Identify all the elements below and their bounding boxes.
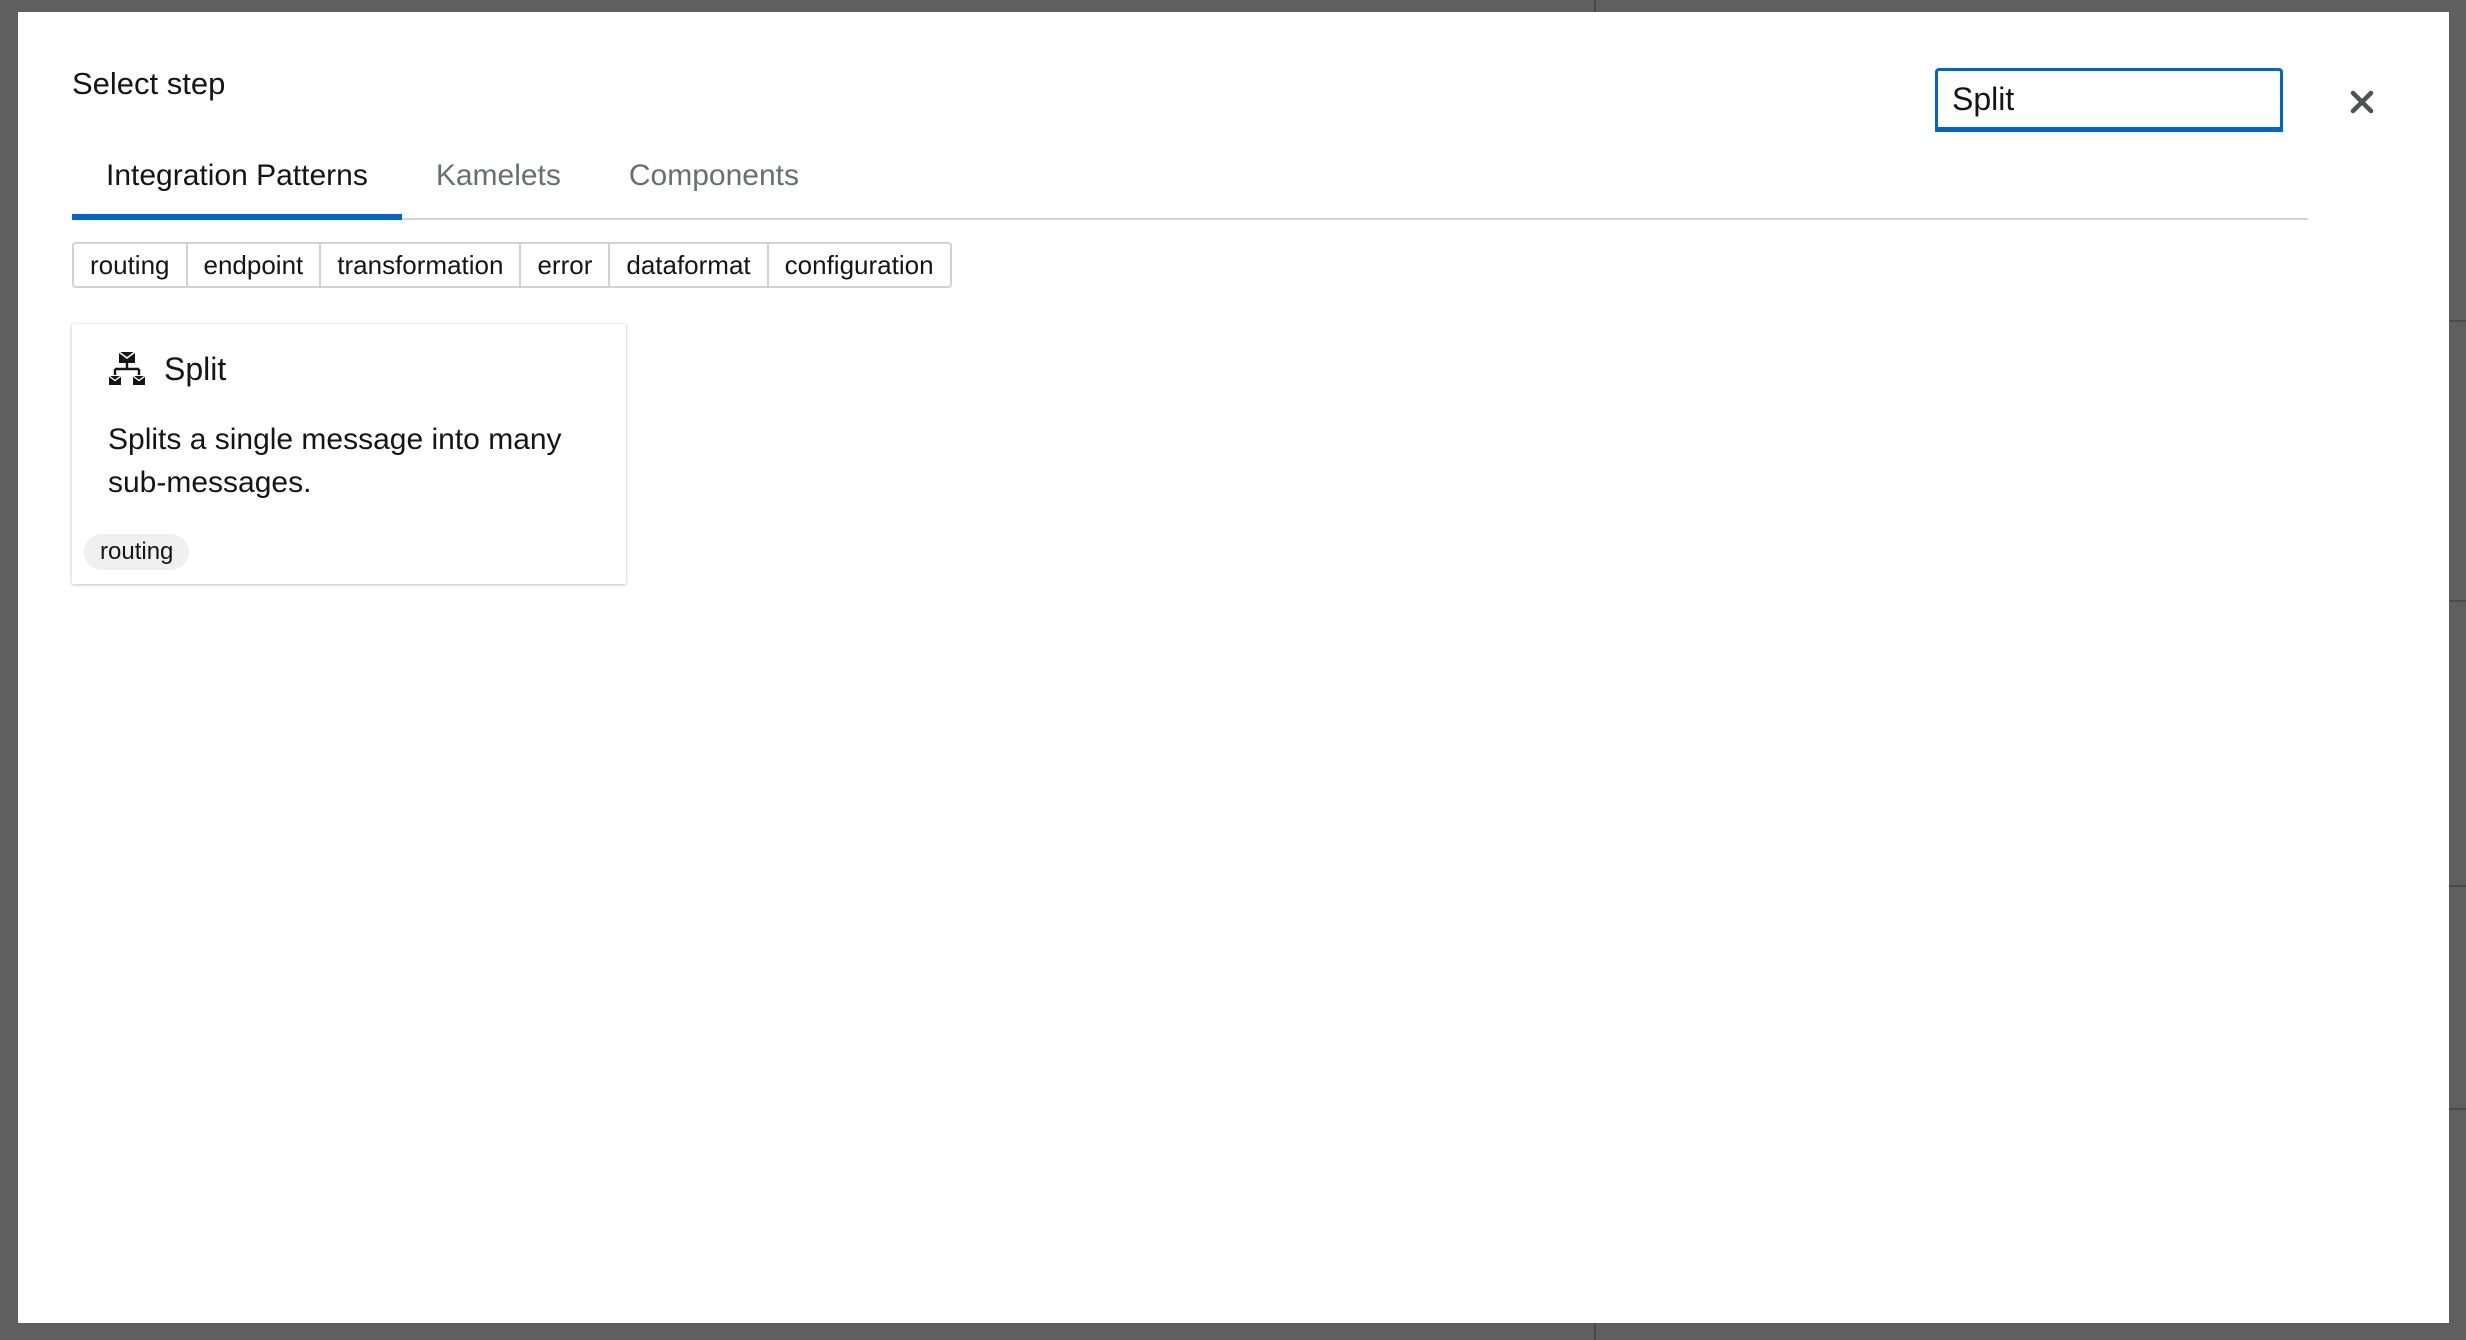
tab-kamelets[interactable]: Kamelets — [402, 134, 595, 218]
tab-label: Kamelets — [435, 159, 561, 192]
card-category-tag: routing — [84, 534, 190, 570]
filter-transformation[interactable]: transformation — [321, 244, 522, 286]
step-card-split[interactable]: Split Splits a single message into many … — [72, 324, 626, 584]
search-input[interactable] — [1935, 68, 2283, 132]
close-button[interactable] — [2340, 80, 2384, 124]
filter-error[interactable]: error — [521, 244, 611, 286]
tab-label: Components — [628, 159, 799, 192]
card-header: Split — [108, 350, 226, 388]
category-filter-group: routing endpoint transformation error da… — [72, 242, 952, 288]
filter-configuration[interactable]: configuration — [768, 244, 950, 286]
modal-title: Select step — [72, 66, 226, 101]
card-title: Split — [164, 350, 227, 387]
card-description: Splits a single message into many sub-me… — [108, 423, 562, 499]
close-icon — [2350, 90, 2374, 114]
filter-endpoint[interactable]: endpoint — [187, 244, 322, 286]
filter-routing[interactable]: routing — [74, 244, 188, 286]
tab-components[interactable]: Components — [595, 134, 833, 218]
tab-label: Integration Patterns — [106, 159, 368, 192]
select-step-modal: Select step Integration Patterns Kamelet… — [18, 12, 2449, 1323]
filter-dataformat[interactable]: dataformat — [610, 244, 769, 286]
split-icon — [108, 351, 146, 385]
tab-integration-patterns[interactable]: Integration Patterns — [72, 134, 402, 220]
tab-bar: Integration Patterns Kamelets Components — [72, 134, 2308, 220]
